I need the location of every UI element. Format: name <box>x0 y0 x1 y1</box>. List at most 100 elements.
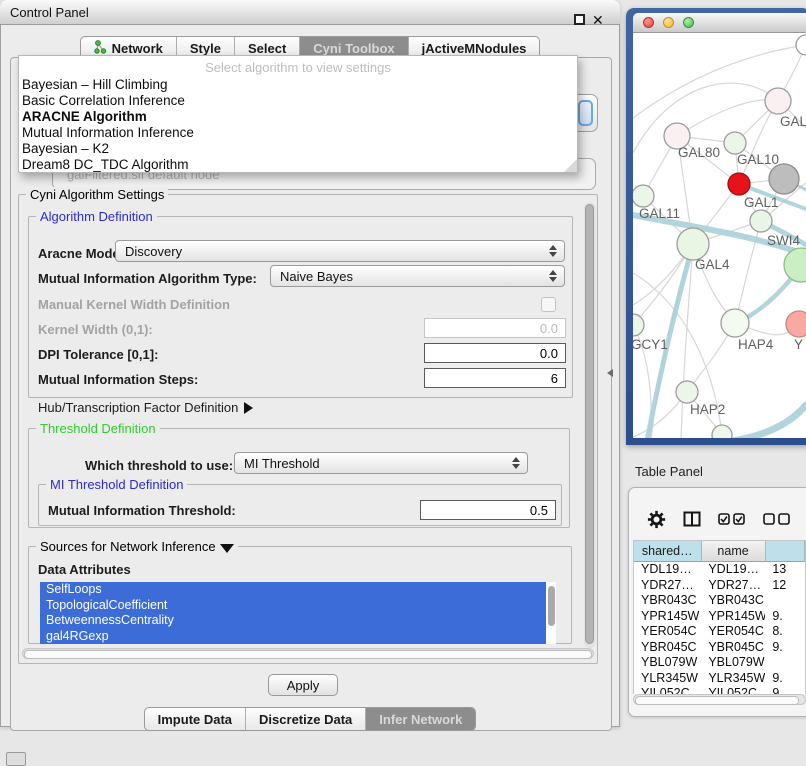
algorithm-option-basic-correlation-inference[interactable]: Basic Correlation Inference <box>19 93 577 109</box>
network-node-gal11[interactable] <box>633 185 654 207</box>
bottom-tab-infer-network[interactable]: Infer Network <box>366 708 475 730</box>
algorithm-popup-list: Bayesian – Hill ClimbingBasic Correlatio… <box>19 77 577 173</box>
sources-group-title[interactable]: Sources for Network Inference <box>36 539 238 554</box>
algorithm-popup: Select algorithm to view settings Bayesi… <box>18 55 578 173</box>
tab-style-label: Style <box>190 41 221 56</box>
network-window-titlebar[interactable] <box>633 13 806 33</box>
node-label-hap4: HAP4 <box>738 337 774 352</box>
aracne-mode-value: Discovery <box>125 244 182 259</box>
table-cell: 9 <box>765 686 805 694</box>
hub-definition-toggle[interactable]: Hub/Transcription Factor Definition <box>38 400 253 415</box>
network-edge-highlighted <box>733 405 806 438</box>
table-row[interactable]: YLR345WYLR345W9. <box>634 671 805 687</box>
table-row[interactable]: YBR043CYBR043C <box>634 593 805 609</box>
column-header-shared[interactable]: shared… <box>634 541 702 562</box>
scrollbar-thumb[interactable] <box>635 696 799 705</box>
settings-vertical-scrollbar[interactable] <box>584 202 596 648</box>
float-window-icon[interactable] <box>574 14 585 25</box>
attribute-item-betweennesscentrality[interactable]: BetweennessCentrality <box>40 613 546 629</box>
table-row[interactable]: YBR045CYBR045C9. <box>634 640 805 656</box>
settings-gear-icon[interactable] <box>647 510 666 529</box>
algorithm-option-dream8-dc-tdc-algorithm[interactable]: Dream8 DC_TDC Algorithm <box>19 157 577 173</box>
unselect-all-columns-icon[interactable] <box>763 513 791 525</box>
close-light[interactable] <box>643 17 654 28</box>
scrollbar-thumb[interactable] <box>24 650 592 659</box>
select-all-columns-icon[interactable] <box>718 513 746 525</box>
network-node-gal4[interactable] <box>677 228 709 260</box>
network-node-hap2[interactable] <box>676 381 698 403</box>
network-node[interactable] <box>796 35 806 55</box>
table-cell: YBL079W <box>634 655 701 671</box>
which-threshold-value: MI Threshold <box>244 456 320 471</box>
table-body: YDL19…YDL19…13YDR27…YDR27…12YBR043CYBR04… <box>634 562 805 694</box>
network-node-swi4[interactable] <box>750 210 772 232</box>
zoom-light[interactable] <box>683 17 694 28</box>
mi-threshold-field[interactable]: 0.5 <box>420 500 556 520</box>
table-cell: YBR045C <box>634 640 701 656</box>
network-node[interactable] <box>784 248 806 282</box>
node-label-gal4: GAL4 <box>695 257 730 272</box>
column-header-name[interactable]: name <box>702 541 766 562</box>
table-row[interactable]: YPR145WYPR145W9. <box>634 609 805 625</box>
table-cell: YPR145W <box>701 609 765 625</box>
mi-type-label: Mutual Information Algorithm Type: <box>38 271 257 286</box>
table-header-row: shared…name <box>634 541 805 562</box>
minimize-light[interactable] <box>663 17 674 28</box>
mi-steps-field[interactable]: 6 <box>424 368 566 388</box>
table-row[interactable]: YIL052CYIL052C9 <box>634 686 805 694</box>
mi-type-select[interactable]: Naive Bayes <box>270 265 565 287</box>
network-node-gal10[interactable] <box>724 132 746 154</box>
split-table-icon[interactable] <box>683 511 701 527</box>
algorithm-option-aracne-algorithm[interactable]: ARACNE Algorithm <box>19 109 577 125</box>
tab-cyni-toolbox-label: Cyni Toolbox <box>313 41 394 56</box>
aracne-mode-label: Aracne Mode: <box>38 246 124 261</box>
focused-spinner-fragment <box>578 100 593 126</box>
which-threshold-select[interactable]: MI Threshold <box>234 452 528 474</box>
algorithm-option-bayesian-k2[interactable]: Bayesian – K2 <box>19 141 577 157</box>
settings-horizontal-scrollbar[interactable] <box>22 648 594 659</box>
network-node-hap4[interactable] <box>721 309 749 337</box>
algorithm-definition-title: Algorithm Definition <box>36 209 157 224</box>
attribute-item-topologicalcoefficient[interactable]: TopologicalCoefficient <box>40 598 546 614</box>
network-node[interactable] <box>712 425 732 438</box>
node-table[interactable]: shared…name YDL19…YDL19…13YDR27…YDR27…12… <box>633 540 806 694</box>
scrollbar-thumb[interactable] <box>585 204 594 644</box>
table-panel-toolbar <box>633 505 806 533</box>
apply-button[interactable]: Apply <box>268 674 338 696</box>
attribute-item-selfloops[interactable]: SelfLoops <box>40 582 546 598</box>
bottom-tab-discretize-data-label: Discretize Data <box>259 712 352 727</box>
algorithm-option-bayesian-hill-climbing[interactable]: Bayesian – Hill Climbing <box>19 77 577 93</box>
bottom-tab-discretize-data[interactable]: Discretize Data <box>246 708 366 730</box>
table-cell <box>765 593 805 609</box>
close-icon[interactable]: ✕ <box>592 10 604 30</box>
table-cell: YBL079W <box>701 655 765 671</box>
algorithm-option-mutual-information-inference[interactable]: Mutual Information Inference <box>19 125 577 141</box>
network-node-gcy1[interactable] <box>633 314 644 336</box>
network-icon <box>94 40 107 57</box>
data-attributes-list[interactable]: SelfLoopsTopologicalCoefficientBetweenne… <box>40 582 556 644</box>
network-node-y[interactable] <box>786 311 806 337</box>
manual-kernel-checkbox[interactable] <box>541 297 556 312</box>
bottom-tab-infer-network-label: Infer Network <box>379 712 462 727</box>
kernel-width-field[interactable]: 0.0 <box>424 318 566 338</box>
bottom-tab-impute-data[interactable]: Impute Data <box>145 708 246 730</box>
aracne-mode-select[interactable]: Discovery <box>115 240 565 262</box>
table-row[interactable]: YDL19…YDL19…13 <box>634 562 805 578</box>
table-horizontal-scrollbar[interactable] <box>633 694 806 705</box>
network-node[interactable] <box>769 164 799 194</box>
dpi-tolerance-field[interactable]: 0.0 <box>424 343 566 363</box>
list-scrollbar-thumb[interactable] <box>548 586 555 626</box>
table-row[interactable]: YDR27…YDR27…12 <box>634 578 805 594</box>
network-canvas[interactable]: GAL7GAL80GAL10GAL1GAL11SWI4GAL4GCY1HAP4Y… <box>633 33 806 438</box>
attribute-item-gal4rgexp[interactable]: gal4RGexp <box>40 629 546 645</box>
network-node-gal7[interactable] <box>765 88 791 114</box>
table-cell: YPR145W <box>634 609 701 625</box>
table-row[interactable]: YER054CYER054C8. <box>634 624 805 640</box>
panel-splitter-icon[interactable] <box>607 369 613 377</box>
table-row[interactable]: YBL079WYBL079W <box>634 655 805 671</box>
network-node-gal1[interactable] <box>728 173 750 195</box>
control-panel-title: Control Panel <box>10 5 89 20</box>
minimized-panel-icon[interactable] <box>6 752 26 766</box>
column-header-clipped[interactable] <box>766 541 805 562</box>
control-panel-titlebar[interactable]: Control Panel <box>0 0 620 25</box>
